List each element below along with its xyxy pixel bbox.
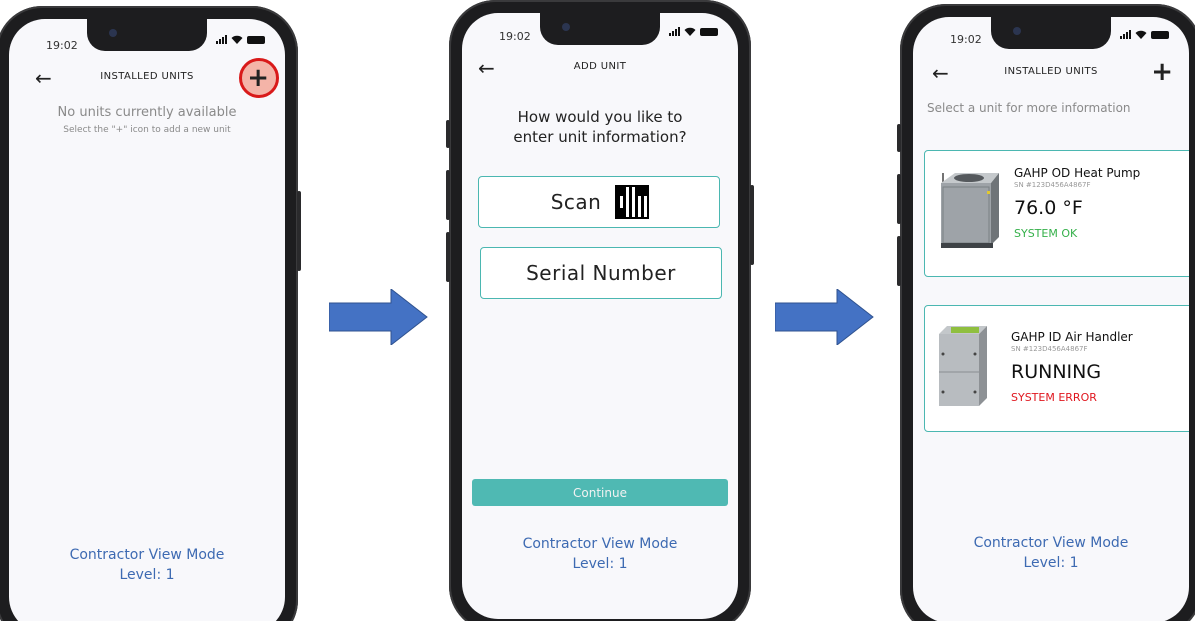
level-label: Level: 1 <box>119 567 175 583</box>
phone-side-button <box>446 170 450 220</box>
nav-bar: ← INSTALLED UNITS + <box>913 59 1189 85</box>
flow-arrow-icon <box>775 289 874 345</box>
flow-arrow-icon <box>329 289 428 345</box>
view-mode-label: Contractor View Mode <box>69 547 225 563</box>
question-line: enter unit information? <box>513 128 687 146</box>
phone-side-button <box>446 232 450 282</box>
phone-side-button <box>750 185 754 265</box>
scan-button[interactable]: Scan <box>478 176 720 228</box>
status-icons <box>669 27 718 36</box>
signal-icon <box>669 27 680 36</box>
camera-icon <box>109 29 117 37</box>
level-label: Level: 1 <box>1023 555 1079 571</box>
unit-name: GAHP OD Heat Pump <box>1014 166 1141 180</box>
camera-icon <box>562 23 570 31</box>
wifi-icon <box>231 35 243 44</box>
serial-number-label: Serial Number <box>526 261 676 285</box>
continue-button[interactable]: Continue <box>472 479 728 506</box>
level-label: Level: 1 <box>572 556 628 572</box>
phone-add-unit: 19:02 ← ADD UNIT How would you like to e… <box>446 0 754 621</box>
select-hint: Select a unit for more information <box>927 101 1131 115</box>
unit-name: GAHP ID Air Handler <box>1011 330 1133 344</box>
add-unit-button[interactable]: + <box>1151 59 1173 85</box>
notch <box>540 13 660 45</box>
qr-code-icon <box>615 185 650 219</box>
unit-card-heat-pump[interactable]: GAHP OD Heat Pump SN #123D456A4867F 76.0… <box>924 150 1189 277</box>
air-handler-image <box>939 326 987 406</box>
serial-number-button[interactable]: Serial Number <box>480 247 722 299</box>
unit-status: SYSTEM OK <box>1014 227 1078 240</box>
signal-icon <box>216 35 227 44</box>
notch <box>991 17 1111 49</box>
wifi-icon <box>1135 30 1147 39</box>
phone-screen: 19:02 ← INSTALLED UNITS + Select a unit … <box>913 17 1189 621</box>
unit-serial: SN #123D456A4867F <box>1014 181 1091 189</box>
nav-bar: ← INSTALLED UNITS + <box>9 58 285 98</box>
phone-side-button <box>897 174 901 224</box>
add-unit-button[interactable]: + <box>247 65 269 91</box>
phone-installed-units-empty: 19:02 ← INSTALLED UNITS + No units curre… <box>0 6 301 621</box>
question-line: How would you like to <box>517 108 683 126</box>
status-time: 19:02 <box>499 30 531 43</box>
wifi-icon <box>684 27 696 36</box>
unit-card-air-handler[interactable]: GAHP ID Air Handler SN #123D456A4867F RU… <box>924 305 1189 432</box>
unit-serial: SN #123D456A4867F <box>1011 345 1088 353</box>
status-icons <box>216 35 265 44</box>
battery-icon <box>247 35 265 44</box>
unit-temperature: 76.0 °F <box>1014 197 1083 219</box>
view-mode-label: Contractor View Mode <box>973 535 1129 551</box>
status-time: 19:02 <box>950 33 982 46</box>
status-icons <box>1120 30 1169 39</box>
notch <box>87 19 207 51</box>
phone-side-button <box>297 191 301 271</box>
battery-icon <box>1151 30 1169 39</box>
phone-side-button <box>446 120 450 148</box>
phone-side-button <box>897 236 901 286</box>
empty-message: No units currently available <box>57 105 237 120</box>
phone-screen: 19:02 ← INSTALLED UNITS + No units curre… <box>9 19 285 621</box>
camera-icon <box>1013 27 1021 35</box>
phone-screen: 19:02 ← ADD UNIT How would you like to e… <box>462 13 738 619</box>
unit-status: SYSTEM ERROR <box>1011 391 1097 404</box>
page-title: INSTALLED UNITS <box>1004 66 1098 77</box>
heat-pump-image <box>941 173 999 248</box>
nav-bar: ← ADD UNIT <box>462 56 738 80</box>
status-time: 19:02 <box>46 39 78 52</box>
empty-hint: Select the "+" icon to add a new unit <box>63 125 231 135</box>
phone-side-button <box>897 124 901 152</box>
entry-question: How would you like to enter unit informa… <box>482 107 718 147</box>
page-title: ADD UNIT <box>573 61 627 72</box>
unit-state: RUNNING <box>1011 361 1102 383</box>
battery-icon <box>700 27 718 36</box>
scan-label: Scan <box>550 190 602 214</box>
phone-installed-units-list: 19:02 ← INSTALLED UNITS + Select a unit … <box>897 4 1195 621</box>
view-mode-label: Contractor View Mode <box>522 536 678 552</box>
signal-icon <box>1120 30 1131 39</box>
